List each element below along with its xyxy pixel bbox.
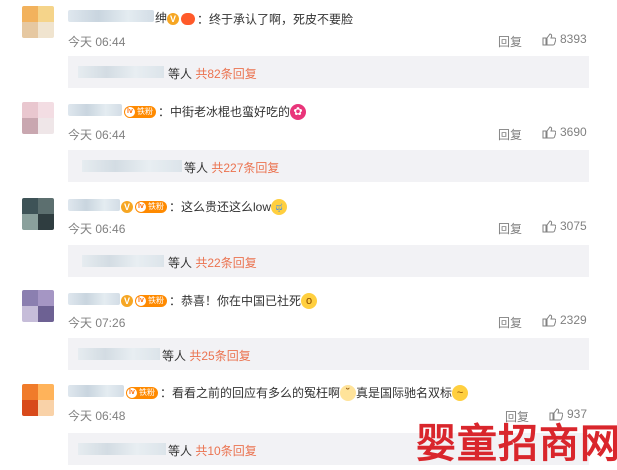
verified-icon: V <box>167 12 180 25</box>
watermark-logo: 婴童招商网 <box>416 420 617 467</box>
avatar[interactable] <box>22 6 54 38</box>
like-button[interactable]: 3690 <box>542 125 587 139</box>
sub-replies-summary: 等人 共25条回复 <box>162 347 251 364</box>
comment-time: 今天 06:46 <box>68 222 126 236</box>
sub-people-label: 等人 <box>184 161 209 175</box>
fan-badge: lv 铁粉 <box>126 386 158 399</box>
username-blurred[interactable] <box>68 104 122 116</box>
smirk-emoji-icon: ~ <box>452 384 469 401</box>
sub-replies-link[interactable]: 共227条回复 <box>211 161 279 175</box>
username-blurred[interactable] <box>68 199 120 211</box>
comment-text: ：终于承认了啊，死皮不要脸 <box>197 12 354 27</box>
comment-text: ：这么贵还这么low <box>169 200 272 214</box>
sub-replies-link[interactable]: 共25条回复 <box>189 349 250 363</box>
sub-replies-link[interactable]: 共10条回复 <box>195 444 256 458</box>
like-count: 3690 <box>560 125 587 139</box>
thumbs-up-icon <box>542 220 556 233</box>
comment-time: 今天 06:44 <box>68 35 126 49</box>
sub-reply-users-blurred <box>78 66 164 78</box>
shocked-emoji-icon: o <box>301 292 318 309</box>
comment-line: lv 铁粉 ：中街老冰棍也蛮好吃的 ✿ <box>124 103 307 120</box>
comment-line: Vlv 铁粉 ：这么贵还这么low ಥ <box>121 198 288 215</box>
avatar[interactable] <box>22 102 54 134</box>
sub-replies-link[interactable]: 共82条回复 <box>195 67 256 81</box>
sub-replies-box: 等人 共22条回复 <box>68 245 589 277</box>
like-count: 8393 <box>560 32 587 46</box>
thumbs-up-icon <box>542 126 556 139</box>
fan-badge: lv 铁粉 <box>124 105 156 118</box>
like-button[interactable]: 2329 <box>542 313 587 327</box>
sub-reply-users-blurred <box>82 160 182 172</box>
sub-reply-users-blurred <box>78 443 166 455</box>
comment-time: 今天 06:48 <box>68 409 126 423</box>
comment-line: Vlv 铁粉 ：恭喜！你在中国已社死 o <box>121 292 318 309</box>
sub-replies-summary: 等人 共22条回复 <box>168 254 257 271</box>
verified-icon: V <box>121 200 133 213</box>
crying-emoji-icon: ಥ <box>271 198 288 215</box>
sub-reply-users-blurred <box>82 255 164 267</box>
comment-line: 绅 V ：终于承认了啊，死皮不要脸 <box>155 9 353 27</box>
cone-emoji-icon: ✿ <box>290 103 307 120</box>
like-button[interactable]: 3075 <box>542 219 587 233</box>
reply-button[interactable]: 回复 <box>498 33 522 50</box>
comment-text: ：中街老冰棍也蛮好吃的 <box>158 105 291 119</box>
username-blurred[interactable] <box>68 10 154 22</box>
member-badge-icon <box>181 12 196 25</box>
sub-replies-summary: 等人 共10条回复 <box>168 442 257 459</box>
like-count: 2329 <box>560 313 587 327</box>
reply-button[interactable]: 回复 <box>498 314 522 331</box>
comment-time: 今天 06:44 <box>68 128 126 142</box>
comment-line: lv 铁粉 ：看看之前的回应有多么的冤枉啊 ˘ 真是国际驰名双标 ~ <box>126 384 469 401</box>
sad-emoji-icon: ˘ <box>340 384 357 401</box>
sub-replies-box: 等人 共25条回复 <box>68 338 589 370</box>
username-blurred[interactable] <box>68 293 120 305</box>
avatar[interactable] <box>22 198 54 230</box>
avatar[interactable] <box>22 290 54 322</box>
comment-text: ：恭喜！你在中国已社死 <box>169 294 302 308</box>
like-button[interactable]: 8393 <box>542 32 587 46</box>
verified-icon: V <box>121 294 133 307</box>
like-count: 3075 <box>560 219 587 233</box>
reply-button[interactable]: 回复 <box>498 126 522 143</box>
sub-people-label: 等人 <box>168 444 193 458</box>
comment-text: ：看看之前的回应有多么的冤枉啊 <box>160 386 341 400</box>
thumbs-up-icon <box>542 33 556 46</box>
comment-text-continued: 真是国际驰名双标 <box>356 386 453 400</box>
fan-badge: lv 铁粉 <box>135 200 167 213</box>
sub-reply-users-blurred <box>78 348 160 360</box>
sub-replies-summary: 等人 共82条回复 <box>168 65 257 82</box>
sub-replies-link[interactable]: 共22条回复 <box>195 256 256 270</box>
fan-badge: lv 铁粉 <box>135 294 167 307</box>
avatar[interactable] <box>22 384 54 416</box>
username-blurred[interactable] <box>68 385 124 397</box>
sub-people-label: 等人 <box>168 256 193 270</box>
comment-time: 今天 07:26 <box>68 316 126 330</box>
reply-button[interactable]: 回复 <box>498 220 522 237</box>
sub-people-label: 等人 <box>162 349 187 363</box>
sub-replies-box: 等人 共82条回复 <box>68 56 589 88</box>
sub-people-label: 等人 <box>168 67 193 81</box>
thumbs-up-icon <box>542 314 556 327</box>
sub-replies-box: 等人 共227条回复 <box>68 150 589 182</box>
username-suffix[interactable]: 绅 <box>155 11 167 25</box>
sub-replies-summary: 等人 共227条回复 <box>184 159 279 176</box>
